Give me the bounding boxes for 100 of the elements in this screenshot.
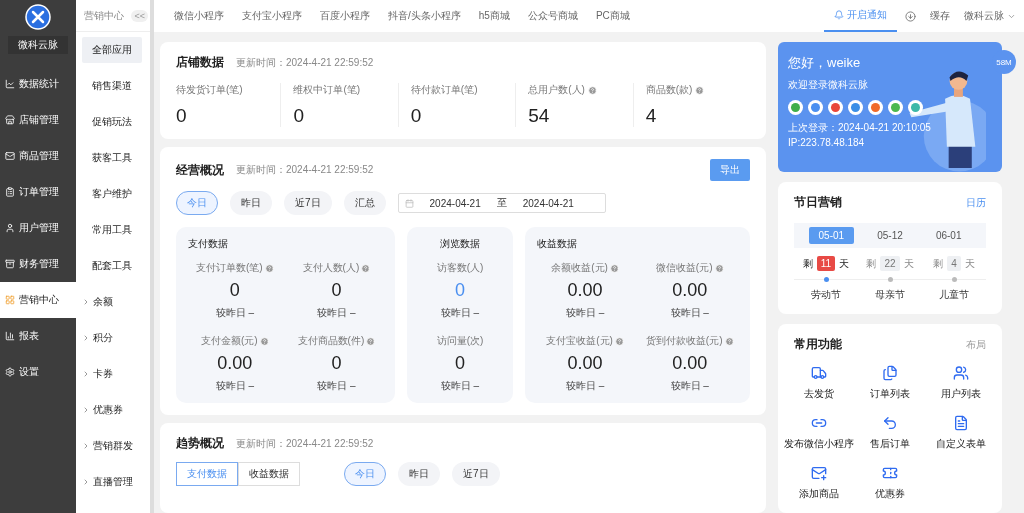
card-title: 常用功能	[794, 336, 842, 353]
metric-label: 余额收益(元)	[551, 261, 619, 275]
shortcut-label[interactable]: 去发货	[804, 387, 835, 401]
data-tab[interactable]: 支付数据	[176, 462, 238, 486]
document-icon[interactable]	[952, 415, 969, 431]
metric-value: 0.00	[672, 353, 708, 374]
subnav-item[interactable]: 优惠券	[93, 403, 123, 417]
nav-item[interactable]: 用户管理	[0, 210, 76, 246]
shortcut-label[interactable]: 订单列表	[870, 387, 910, 401]
stat-label: 维权中订单(笔)	[293, 83, 362, 97]
channel-icon[interactable]	[888, 100, 903, 115]
shortcut-label[interactable]: 用户列表	[940, 387, 981, 401]
files-icon[interactable]	[882, 365, 898, 381]
timeline-dot	[951, 277, 957, 282]
subnav-item[interactable]: 销售渠道	[92, 79, 132, 93]
festival-date-tab[interactable]: 05-12	[867, 227, 913, 244]
channel-icon[interactable]	[788, 100, 803, 115]
help-icon[interactable]	[587, 85, 597, 95]
calendar-link[interactable]: 日历	[966, 195, 986, 210]
range-button[interactable]: 汇总	[343, 191, 386, 215]
channel-tab[interactable]: 百度小程序	[320, 9, 370, 23]
user-icon	[5, 223, 15, 233]
range-button[interactable]: 昨日	[398, 462, 440, 486]
cache-link[interactable]: 缓存	[930, 9, 950, 23]
user-menu[interactable]: 微科云脉	[964, 9, 1004, 23]
channel-tab[interactable]: 公众号商城	[527, 9, 578, 23]
metric-compare: 较昨日 –	[670, 306, 709, 320]
help-icon[interactable]	[724, 336, 734, 346]
channel-icon[interactable]	[828, 100, 843, 115]
shortcut-label[interactable]: 发布微信小程序	[784, 437, 855, 451]
calendar-icon	[404, 198, 414, 208]
help-icon[interactable]	[361, 263, 371, 273]
subnav-item[interactable]: 配套工具	[92, 259, 132, 273]
nav-item[interactable]: 设置	[0, 354, 76, 390]
subnav-title: 营销中心	[84, 8, 124, 23]
festival-date-tab[interactable]: 06-01	[925, 227, 972, 244]
card-title: 节日营销	[794, 194, 842, 211]
shortcut-label[interactable]: 优惠券	[875, 487, 905, 501]
help-icon[interactable]	[366, 336, 376, 346]
brand-name: 微科云脉	[8, 36, 68, 54]
days-suffix: 天	[839, 256, 850, 271]
update-time: 更新时间：2024-4-21 22:59:52	[236, 436, 374, 451]
subnav-item[interactable]: 积分	[93, 331, 113, 345]
help-icon[interactable]	[614, 336, 624, 346]
nav-item[interactable]: 数据统计	[0, 66, 76, 102]
channel-tab[interactable]: h5商城	[478, 9, 510, 23]
range-button[interactable]: 近7日	[284, 191, 332, 215]
help-icon[interactable]	[259, 336, 269, 346]
chevron-icon	[82, 334, 90, 342]
channel-tab[interactable]: 支付宝小程序	[242, 9, 302, 23]
subnav-item[interactable]: 全部应用	[82, 37, 142, 63]
download-icon[interactable]	[905, 10, 916, 22]
days-suffix: 天	[903, 256, 914, 271]
stat-value: 4	[645, 105, 658, 127]
channel-tab[interactable]: PC商城	[595, 9, 630, 23]
help-icon[interactable]	[264, 263, 274, 273]
help-icon[interactable]	[695, 85, 705, 95]
notify-tab[interactable]: 开启通知	[824, 0, 897, 32]
envelope-icon	[5, 151, 15, 161]
mail-plus-icon[interactable]	[811, 465, 828, 481]
date-range-field[interactable]: 2024-04-21 至 2024-04-21	[397, 193, 606, 213]
login-ip: IP:223.78.48.184	[788, 137, 866, 148]
panel-title: 浏览数据	[440, 237, 480, 251]
subnav-item[interactable]: 促销玩法	[92, 115, 132, 129]
nav-item[interactable]: 报表	[0, 318, 76, 354]
nav-item[interactable]: 商品管理	[0, 138, 76, 174]
help-icon[interactable]	[609, 263, 619, 273]
store-icon	[5, 115, 15, 125]
ticket-icon[interactable]	[882, 465, 898, 481]
metric-label: 支付宝收益(元)	[546, 334, 624, 348]
data-tab[interactable]: 收益数据	[238, 462, 300, 486]
shortcut-label[interactable]: 添加商品	[799, 487, 840, 501]
timeline-dot	[823, 277, 829, 282]
subnav-item[interactable]: 营销群发	[93, 439, 133, 453]
metric-label: 微信收益(元)	[655, 261, 724, 275]
nav-item[interactable]: 财务管理	[0, 246, 76, 282]
channel-icon[interactable]	[848, 100, 863, 115]
nav-item[interactable]: 营销中心	[0, 282, 76, 318]
subnav-item[interactable]: 余额	[93, 295, 113, 309]
return-arrow-icon[interactable]	[882, 415, 898, 431]
range-button[interactable]: 昨日	[230, 191, 272, 215]
subnav-item[interactable]: 常用工具	[92, 223, 132, 237]
channel-tab[interactable]: 抖音/头条小程序	[388, 9, 461, 23]
nav-item[interactable]: 订单管理	[0, 174, 76, 210]
range-button[interactable]: 近7日	[452, 462, 500, 486]
truck-icon[interactable]	[811, 365, 828, 381]
stat-value: 0	[293, 105, 305, 127]
users-icon[interactable]	[952, 365, 969, 381]
channel-icon[interactable]	[908, 100, 923, 115]
shortcut-label[interactable]: 售后订单	[870, 437, 910, 451]
channel-icon[interactable]	[808, 100, 823, 115]
subnav-item[interactable]: 客户维护	[92, 187, 132, 201]
channel-icon[interactable]	[868, 100, 883, 115]
subnav-item[interactable]: 获客工具	[92, 151, 132, 165]
subnav-item[interactable]: 直播管理	[93, 475, 133, 489]
help-icon[interactable]	[714, 263, 724, 273]
subnav-item[interactable]: 卡券	[93, 367, 113, 381]
channel-tab[interactable]: 微信小程序	[174, 9, 224, 23]
nav-item[interactable]: 店铺管理	[0, 102, 76, 138]
shortcut-label[interactable]: 自定义表单	[935, 437, 986, 451]
